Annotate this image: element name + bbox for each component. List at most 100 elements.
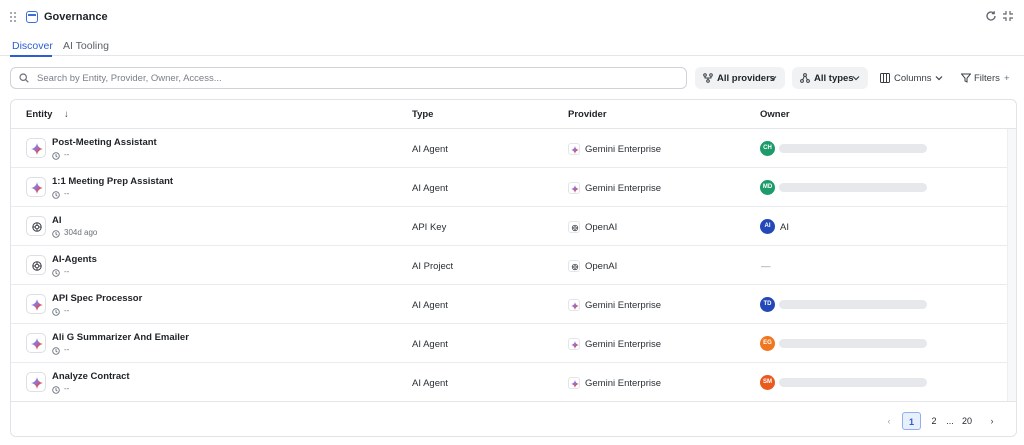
plus-icon: + <box>1004 73 1010 84</box>
owner-avatar: AI <box>760 219 775 234</box>
providers-icon <box>703 73 713 83</box>
pagination-page-1[interactable]: 1 <box>902 412 921 430</box>
clock-icon <box>52 229 60 238</box>
refresh-icon[interactable] <box>985 10 997 22</box>
gemini-icon <box>26 333 46 353</box>
entity-last-activity: -- <box>64 189 70 198</box>
sort-arrow-icon[interactable]: ↓ <box>64 109 69 120</box>
panel-title: Governance <box>44 11 108 23</box>
openai-icon <box>26 216 46 236</box>
entity-name[interactable]: AI-Agents <box>52 254 97 265</box>
tab-bar: Discover AI Tooling <box>0 34 1024 57</box>
openai-icon <box>568 260 580 272</box>
owner-name-placeholder <box>779 300 927 309</box>
tab-discover[interactable]: Discover <box>12 40 53 52</box>
types-dropdown[interactable]: All types <box>792 67 868 89</box>
providers-dropdown[interactable]: All providers <box>695 67 785 89</box>
owner-name-placeholder <box>779 183 927 192</box>
table-row[interactable]: Post-Meeting Assistant -- AI Agent Gemini E… <box>11 129 1007 168</box>
entity-last-activity: -- <box>64 384 70 393</box>
owner-name-placeholder <box>779 144 927 153</box>
entity-name[interactable]: Analyze Contract <box>52 371 130 382</box>
entity-name[interactable]: Post-Meeting Assistant <box>52 137 157 148</box>
search-box[interactable] <box>10 67 687 89</box>
table-header: Entity ↓ Type Provider Owner <box>11 100 1016 129</box>
provider-name: OpenAI <box>585 222 618 233</box>
owner-avatar: MD <box>760 180 775 195</box>
owner-avatar: CH <box>760 141 775 156</box>
column-header-owner[interactable]: Owner <box>760 109 790 120</box>
columns-button[interactable]: Columns <box>880 67 946 89</box>
entity-type: AI Project <box>412 261 454 272</box>
columns-button-label: Columns <box>894 73 932 84</box>
table-row[interactable]: 1:1 Meeting Prep Assistant -- AI Agent Gemi… <box>11 168 1007 207</box>
owner-name-placeholder <box>779 378 927 387</box>
gemini-icon <box>568 299 580 311</box>
gemini-icon <box>568 338 580 350</box>
provider-name: Gemini Enterprise <box>585 378 662 389</box>
chevron-down-icon <box>852 74 860 82</box>
entity-type: AI Agent <box>412 183 448 194</box>
owner-avatar: SM <box>760 375 775 390</box>
entity-name[interactable]: Ali G Summarizer And Emailer <box>52 332 189 343</box>
gemini-icon <box>26 177 46 197</box>
table-scrollbar[interactable] <box>1007 129 1016 401</box>
pagination-ellipsis: ... <box>946 416 954 426</box>
provider-name: Gemini Enterprise <box>585 339 662 350</box>
column-header-entity[interactable]: Entity <box>26 109 52 120</box>
entity-last-activity: -- <box>64 267 70 276</box>
owner-avatar: TD <box>760 297 775 312</box>
drag-handle-icon[interactable] <box>10 12 18 22</box>
table-row[interactable]: AI 304d ago API Key OpenAI AI AI <box>11 207 1007 246</box>
gemini-icon <box>568 377 580 389</box>
pagination-prev-button[interactable]: ‹ <box>882 412 896 430</box>
entity-name[interactable]: API Spec Processor <box>52 293 142 304</box>
owner-name-placeholder <box>779 339 927 348</box>
pagination-page-2[interactable]: 2 <box>927 412 941 430</box>
clock-icon <box>52 307 60 316</box>
filters-button[interactable]: Filters + <box>960 67 1017 89</box>
entity-last-activity: -- <box>64 345 70 354</box>
filters-button-label: Filters <box>974 73 1000 84</box>
clock-icon <box>52 346 60 355</box>
pagination-page-20[interactable]: 20 <box>959 412 975 430</box>
entity-last-activity: 304d ago <box>64 228 98 237</box>
owner-avatar: EG <box>760 336 775 351</box>
types-icon <box>800 73 810 83</box>
table-row[interactable]: API Spec Processor -- AI Agent Gemini Enter… <box>11 285 1007 324</box>
chevron-down-icon <box>935 74 943 85</box>
clock-icon <box>52 385 60 394</box>
panel-header: Governance <box>0 0 1024 34</box>
providers-dropdown-label: All providers <box>717 73 776 84</box>
entity-last-activity: -- <box>64 150 70 159</box>
search-icon <box>19 73 29 83</box>
owner-name: AI <box>780 222 789 233</box>
pagination: ‹ 1 2 ... 20 › <box>11 401 1016 436</box>
table-row[interactable]: Ali G Summarizer And Emailer -- AI Agent Ge… <box>11 324 1007 363</box>
pagination-next-button[interactable]: › <box>985 412 999 430</box>
entity-type: AI Agent <box>412 144 448 155</box>
entity-last-activity: -- <box>64 306 70 315</box>
entity-name[interactable]: AI <box>52 215 62 226</box>
gemini-icon <box>568 182 580 194</box>
provider-name: OpenAI <box>585 261 618 272</box>
column-header-type[interactable]: Type <box>412 109 433 120</box>
entity-name[interactable]: 1:1 Meeting Prep Assistant <box>52 176 173 187</box>
openai-icon <box>568 221 580 233</box>
table-row[interactable]: AI-Agents -- AI Project OpenAI — <box>11 246 1007 285</box>
provider-name: Gemini Enterprise <box>585 300 662 311</box>
search-input[interactable] <box>37 68 677 88</box>
tab-ai-tooling[interactable]: AI Tooling <box>63 40 109 52</box>
table-row[interactable]: Analyze Contract -- AI Agent Gemini Enterpr… <box>11 363 1007 402</box>
gemini-icon <box>26 294 46 314</box>
clock-icon <box>52 190 60 199</box>
column-header-provider[interactable]: Provider <box>568 109 607 120</box>
types-dropdown-label: All types <box>814 73 854 84</box>
active-tab-indicator <box>10 55 52 57</box>
clock-icon <box>52 268 60 277</box>
collapse-icon[interactable] <box>1002 10 1014 22</box>
columns-icon <box>880 73 890 83</box>
provider-name: Gemini Enterprise <box>585 183 662 194</box>
entity-type: AI Agent <box>412 378 448 389</box>
gemini-icon <box>26 372 46 392</box>
